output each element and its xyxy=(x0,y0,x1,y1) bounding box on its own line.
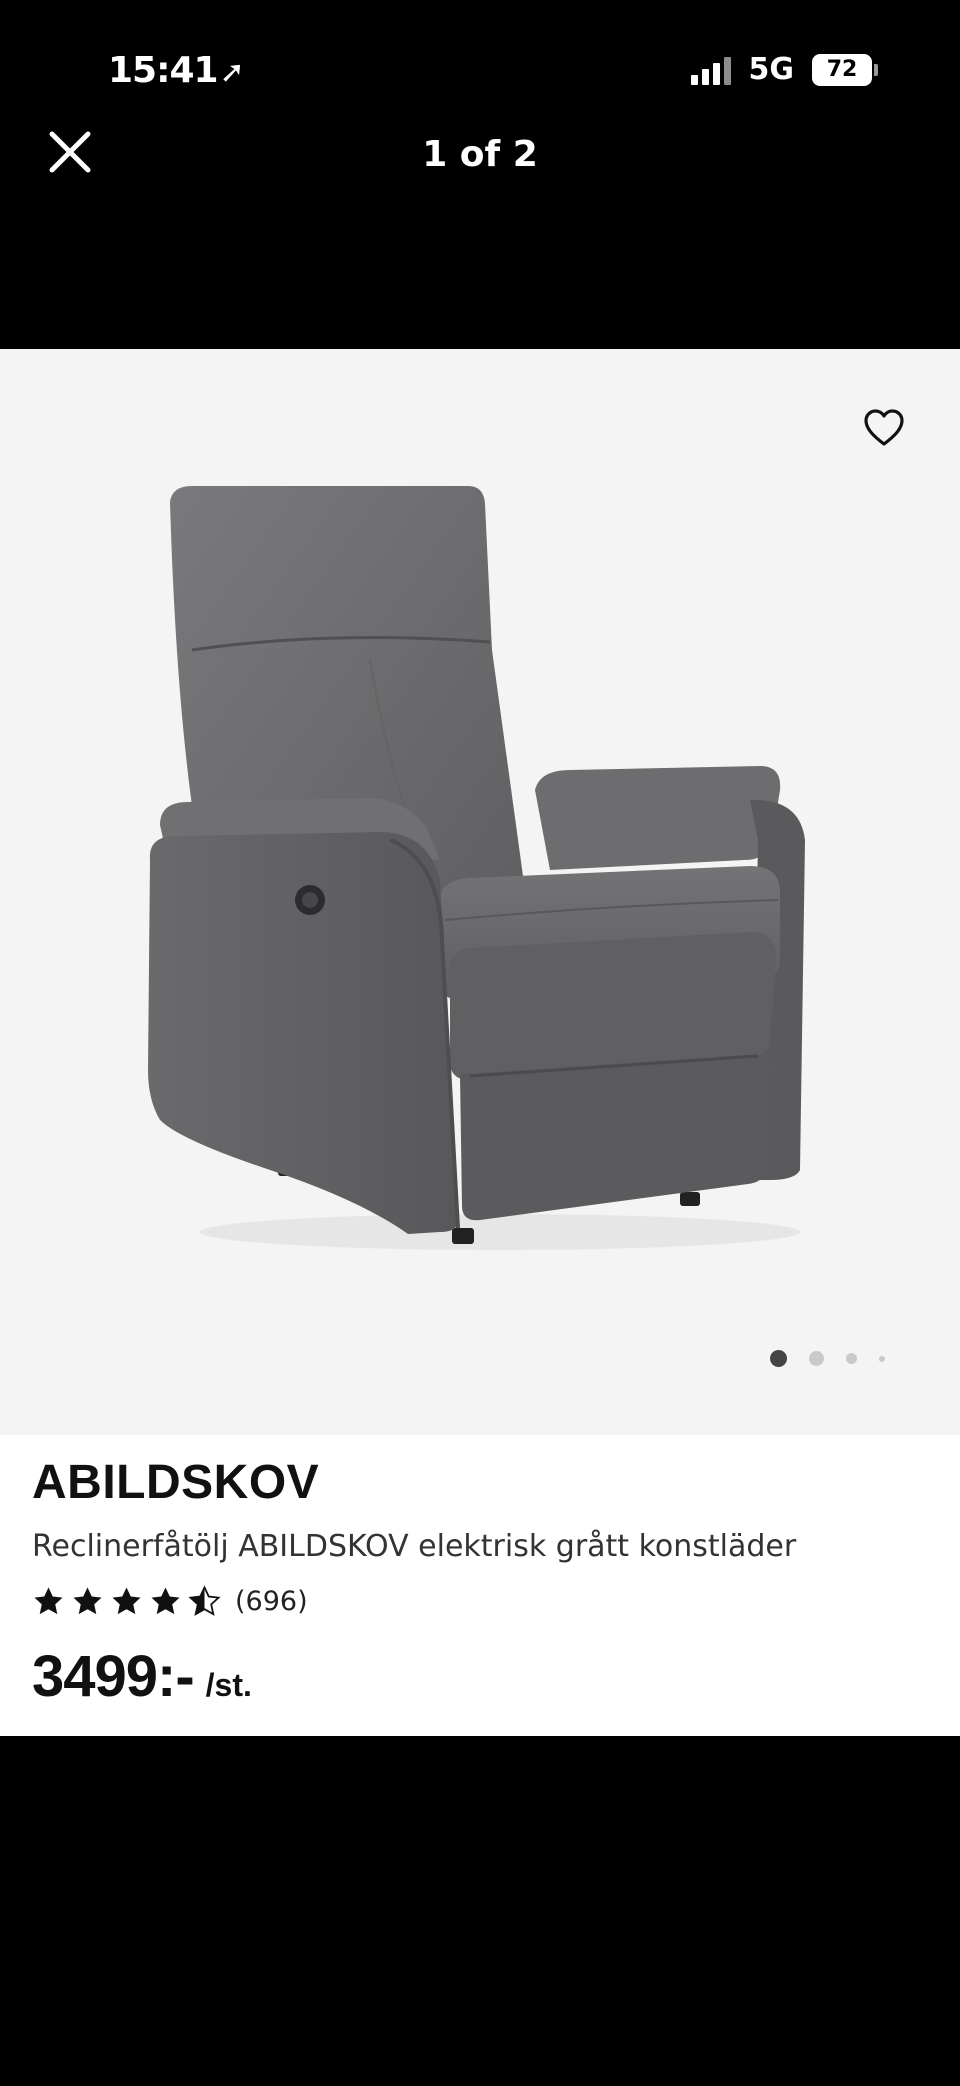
product-info: ABILDSKOV Reclinerfåtölj ABILDSKOV elekt… xyxy=(0,1435,960,1736)
product-price: 3499:- /st. xyxy=(32,1643,252,1710)
product-rating[interactable]: (696) xyxy=(32,1585,308,1618)
carousel-dot[interactable] xyxy=(846,1353,857,1364)
status-time: 15:41➚ xyxy=(108,50,245,91)
star-full-icon xyxy=(151,1587,180,1615)
status-bar: 15:41➚ 5G 72 xyxy=(0,0,960,120)
star-half-icon xyxy=(188,1585,221,1616)
rating-stars xyxy=(32,1585,221,1618)
battery-level: 72 xyxy=(826,56,858,82)
product-description: Reclinerfåtölj ABILDSKOV elektrisk grått… xyxy=(32,1529,797,1564)
price-unit: /st. xyxy=(205,1667,252,1703)
favorite-button[interactable] xyxy=(862,406,906,450)
battery-icon: 72 xyxy=(812,53,878,86)
location-arrow-icon: ➚ xyxy=(219,55,245,90)
price-value: 3499:- xyxy=(32,1644,195,1709)
star-full-icon xyxy=(34,1587,63,1615)
status-indicators: 5G 72 xyxy=(690,52,878,87)
cellular-signal-icon xyxy=(690,55,731,85)
heart-outline-icon xyxy=(864,409,904,446)
carousel-dot-active[interactable] xyxy=(770,1350,787,1367)
carousel-indicators[interactable] xyxy=(770,1350,885,1367)
product-brand: ABILDSKOV xyxy=(32,1456,320,1509)
network-type: 5G xyxy=(748,52,795,87)
review-count: (696) xyxy=(235,1586,308,1617)
viewer-bottom-area xyxy=(0,1736,960,2086)
star-full-icon xyxy=(73,1587,102,1615)
recliner-chair-image xyxy=(148,486,805,1250)
star-full-icon xyxy=(112,1587,141,1615)
viewer-header: 1 of 2 xyxy=(0,120,960,349)
status-time-text: 15:41 xyxy=(108,50,219,91)
image-counter: 1 of 2 xyxy=(422,134,538,175)
carousel-dot[interactable] xyxy=(879,1355,885,1362)
carousel-dot[interactable] xyxy=(809,1351,824,1366)
